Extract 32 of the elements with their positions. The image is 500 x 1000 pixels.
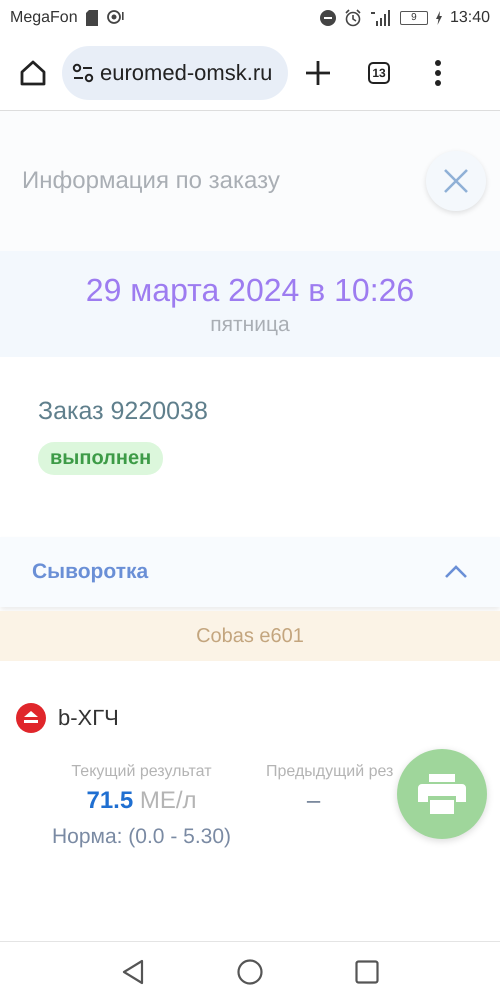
reference-range: Норма: (0.0 - 5.30) [52, 825, 232, 849]
current-result-label: Текущий результат [71, 763, 212, 781]
chevron-icon[interactable] [444, 565, 468, 579]
signal-icon [370, 10, 392, 26]
hotspot-icon [106, 10, 124, 26]
result-value: 71.5 МЕ/л [86, 787, 197, 815]
recent-apps-button[interactable] [355, 960, 379, 984]
back-button[interactable] [121, 958, 145, 984]
status-badge: выполнен [38, 442, 164, 475]
tab-count-button[interactable]: 13 [368, 62, 390, 84]
sd-card-icon [86, 10, 98, 26]
charging-icon [436, 11, 442, 25]
previous-result-label: Предыдущий рез [266, 763, 394, 781]
battery-level: 9 [400, 11, 428, 25]
dialog-title: Информация по заказу [22, 167, 280, 195]
menu-button[interactable] [434, 60, 442, 86]
section-title: Сыворотка [32, 560, 148, 584]
home-button[interactable] [18, 58, 48, 88]
home-button[interactable] [237, 958, 263, 984]
site-settings-icon[interactable] [72, 63, 94, 83]
previous-value: – [306, 787, 320, 815]
order-number: Заказ 9220038 [38, 397, 209, 426]
weekday: пятница [210, 312, 290, 336]
analyzer-banner: Cobas e601 [0, 611, 500, 661]
carrier-name: MegaFon [10, 9, 78, 27]
do-not-disturb-icon [320, 10, 336, 26]
address-bar[interactable]: euromed-omsk.ru [62, 46, 288, 100]
test-name: b-ХГЧ [58, 705, 119, 731]
clock-time: 13:40 [450, 9, 490, 27]
new-tab-button[interactable] [304, 59, 332, 87]
order-date: 29 марта 2024 в 10:26 [86, 272, 414, 308]
alarm-icon [344, 9, 362, 27]
